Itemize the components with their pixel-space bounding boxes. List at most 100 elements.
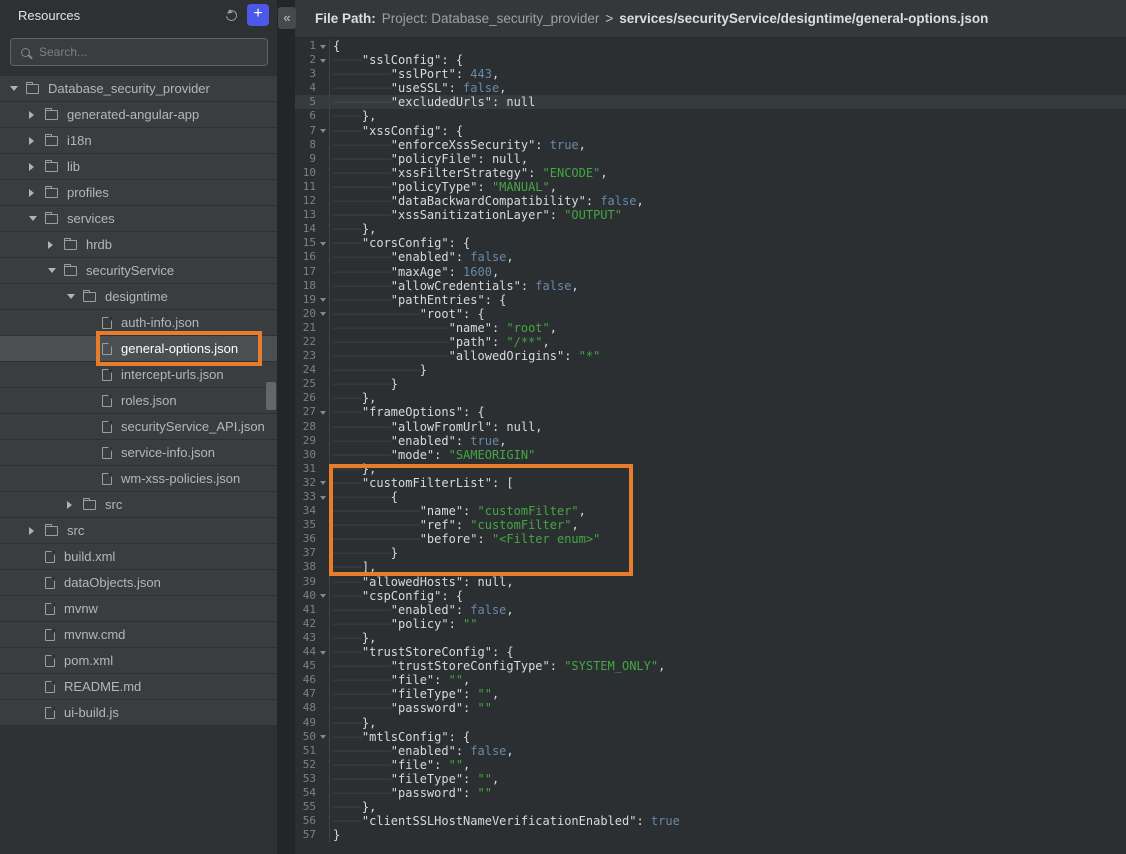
fold-toggle-icon[interactable] (316, 734, 329, 739)
code-line-38[interactable]: 38 ], (295, 560, 1126, 574)
tree-item-mvnw.cmd[interactable]: mvnw.cmd (0, 622, 277, 647)
code-line-41[interactable]: 41 "enabled": false, (295, 603, 1126, 617)
code-line-45[interactable]: 45 "trustStoreConfigType": "SYSTEM_ONLY"… (295, 659, 1126, 673)
collapse-sidebar-button[interactable]: « (278, 7, 296, 29)
code-line-35[interactable]: 35 "ref": "customFilter", (295, 518, 1126, 532)
tree-item-wm-xss-policies.json[interactable]: wm-xss-policies.json (0, 466, 277, 491)
code-line-1[interactable]: 1{ (295, 39, 1126, 53)
code-line-27[interactable]: 27 "frameOptions": { (295, 405, 1126, 419)
code-line-11[interactable]: 11 "policyType": "MANUAL", (295, 180, 1126, 194)
code-line-54[interactable]: 54 "password": "" (295, 786, 1126, 800)
code-line-53[interactable]: 53 "fileType": "", (295, 772, 1126, 786)
code-line-56[interactable]: 56 "clientSSLHostNameVerificationEnabled… (295, 814, 1126, 828)
chevron-right-icon[interactable] (29, 189, 45, 197)
code-line-14[interactable]: 14 }, (295, 222, 1126, 236)
code-line-33[interactable]: 33 { (295, 490, 1126, 504)
tree-item-hrdb[interactable]: hrdb (0, 232, 277, 257)
code-line-44[interactable]: 44 "trustStoreConfig": { (295, 645, 1126, 659)
code-line-29[interactable]: 29 "enabled": true, (295, 434, 1126, 448)
chevron-down-icon[interactable] (10, 86, 26, 91)
fold-toggle-icon[interactable] (316, 44, 329, 49)
code-area[interactable]: 1{2 "sslConfig": {3 "sslPort": 443,4 "us… (295, 38, 1126, 842)
code-line-17[interactable]: 17 "maxAge": 1600, (295, 265, 1126, 279)
code-line-36[interactable]: 36 "before": "<Filter enum>" (295, 532, 1126, 546)
code-line-55[interactable]: 55 }, (295, 800, 1126, 814)
chevron-right-icon[interactable] (48, 241, 64, 249)
chevron-down-icon[interactable] (29, 216, 45, 221)
fold-toggle-icon[interactable] (316, 128, 329, 133)
fold-toggle-icon[interactable] (316, 650, 329, 655)
code-line-31[interactable]: 31 }, (295, 462, 1126, 476)
tree-item-README.md[interactable]: README.md (0, 674, 277, 699)
chevron-down-icon[interactable] (67, 294, 83, 299)
code-line-22[interactable]: 22 "path": "/**", (295, 335, 1126, 349)
code-line-10[interactable]: 10 "xssFilterStrategy": "ENCODE", (295, 166, 1126, 180)
fold-toggle-icon[interactable] (316, 58, 329, 63)
tree-item-Database_security_provider[interactable]: Database_security_provider (0, 76, 277, 101)
code-line-42[interactable]: 42 "policy": "" (295, 617, 1126, 631)
tree-item-general-options.json[interactable]: general-options.json (0, 336, 277, 361)
chevron-right-icon[interactable] (29, 527, 45, 535)
code-line-19[interactable]: 19 "pathEntries": { (295, 293, 1126, 307)
tree-item-securityService_API.json[interactable]: securityService_API.json (0, 414, 277, 439)
tree-item-src[interactable]: src (0, 518, 277, 543)
fold-toggle-icon[interactable] (316, 241, 329, 246)
code-line-13[interactable]: 13 "xssSanitizationLayer": "OUTPUT" (295, 208, 1126, 222)
fold-toggle-icon[interactable] (316, 410, 329, 415)
code-line-12[interactable]: 12 "dataBackwardCompatibility": false, (295, 194, 1126, 208)
tree-item-i18n[interactable]: i18n (0, 128, 277, 153)
fold-toggle-icon[interactable] (316, 311, 329, 316)
refresh-button[interactable] (221, 5, 241, 25)
code-line-48[interactable]: 48 "password": "" (295, 701, 1126, 715)
sidebar-scrollbar-thumb[interactable] (266, 382, 276, 410)
tree-item-intercept-urls.json[interactable]: intercept-urls.json (0, 362, 277, 387)
code-line-20[interactable]: 20 "root": { (295, 307, 1126, 321)
code-line-4[interactable]: 4 "useSSL": false, (295, 81, 1126, 95)
tree-item-designtime[interactable]: designtime (0, 284, 277, 309)
code-line-28[interactable]: 28 "allowFromUrl": null, (295, 420, 1126, 434)
chevron-right-icon[interactable] (29, 163, 45, 171)
tree-item-src[interactable]: src (0, 492, 277, 517)
code-line-8[interactable]: 8 "enforceXssSecurity": true, (295, 138, 1126, 152)
code-line-3[interactable]: 3 "sslPort": 443, (295, 67, 1126, 81)
tree-item-build.xml[interactable]: build.xml (0, 544, 277, 569)
code-line-23[interactable]: 23 "allowedOrigins": "*" (295, 349, 1126, 363)
code-line-52[interactable]: 52 "file": "", (295, 758, 1126, 772)
code-line-25[interactable]: 25 } (295, 377, 1126, 391)
search-input[interactable] (39, 45, 257, 59)
code-line-49[interactable]: 49 }, (295, 716, 1126, 730)
code-line-39[interactable]: 39 "allowedHosts": null, (295, 575, 1126, 589)
code-line-37[interactable]: 37 } (295, 546, 1126, 560)
code-line-30[interactable]: 30 "mode": "SAMEORIGIN" (295, 448, 1126, 462)
tree-item-ui-build.js[interactable]: ui-build.js (0, 700, 277, 725)
tree-item-dataObjects.json[interactable]: dataObjects.json (0, 570, 277, 595)
code-line-24[interactable]: 24 } (295, 363, 1126, 377)
code-line-6[interactable]: 6 }, (295, 109, 1126, 123)
tree-item-generated-angular-app[interactable]: generated-angular-app (0, 102, 277, 127)
code-line-7[interactable]: 7 "xssConfig": { (295, 124, 1126, 138)
code-line-15[interactable]: 15 "corsConfig": { (295, 236, 1126, 250)
fold-toggle-icon[interactable] (316, 480, 329, 485)
tree-item-services[interactable]: services (0, 206, 277, 231)
code-line-43[interactable]: 43 }, (295, 631, 1126, 645)
code-line-9[interactable]: 9 "policyFile": null, (295, 152, 1126, 166)
code-line-16[interactable]: 16 "enabled": false, (295, 250, 1126, 264)
code-line-51[interactable]: 51 "enabled": false, (295, 744, 1126, 758)
code-line-2[interactable]: 2 "sslConfig": { (295, 53, 1126, 67)
code-line-57[interactable]: 57} (295, 828, 1126, 842)
chevron-right-icon[interactable] (29, 137, 45, 145)
code-line-5[interactable]: 5 "excludedUrls": null (295, 95, 1126, 109)
tree-item-auth-info.json[interactable]: auth-info.json (0, 310, 277, 335)
fold-toggle-icon[interactable] (316, 495, 329, 500)
fold-toggle-icon[interactable] (316, 593, 329, 598)
tree-item-service-info.json[interactable]: service-info.json (0, 440, 277, 465)
tree-item-mvnw[interactable]: mvnw (0, 596, 277, 621)
tree-item-securityService[interactable]: securityService (0, 258, 277, 283)
code-line-21[interactable]: 21 "name": "root", (295, 321, 1126, 335)
chevron-right-icon[interactable] (29, 111, 45, 119)
code-line-50[interactable]: 50 "mtlsConfig": { (295, 730, 1126, 744)
code-line-46[interactable]: 46 "file": "", (295, 673, 1126, 687)
code-line-32[interactable]: 32 "customFilterList": [ (295, 476, 1126, 490)
fold-toggle-icon[interactable] (316, 297, 329, 302)
code-line-34[interactable]: 34 "name": "customFilter", (295, 504, 1126, 518)
